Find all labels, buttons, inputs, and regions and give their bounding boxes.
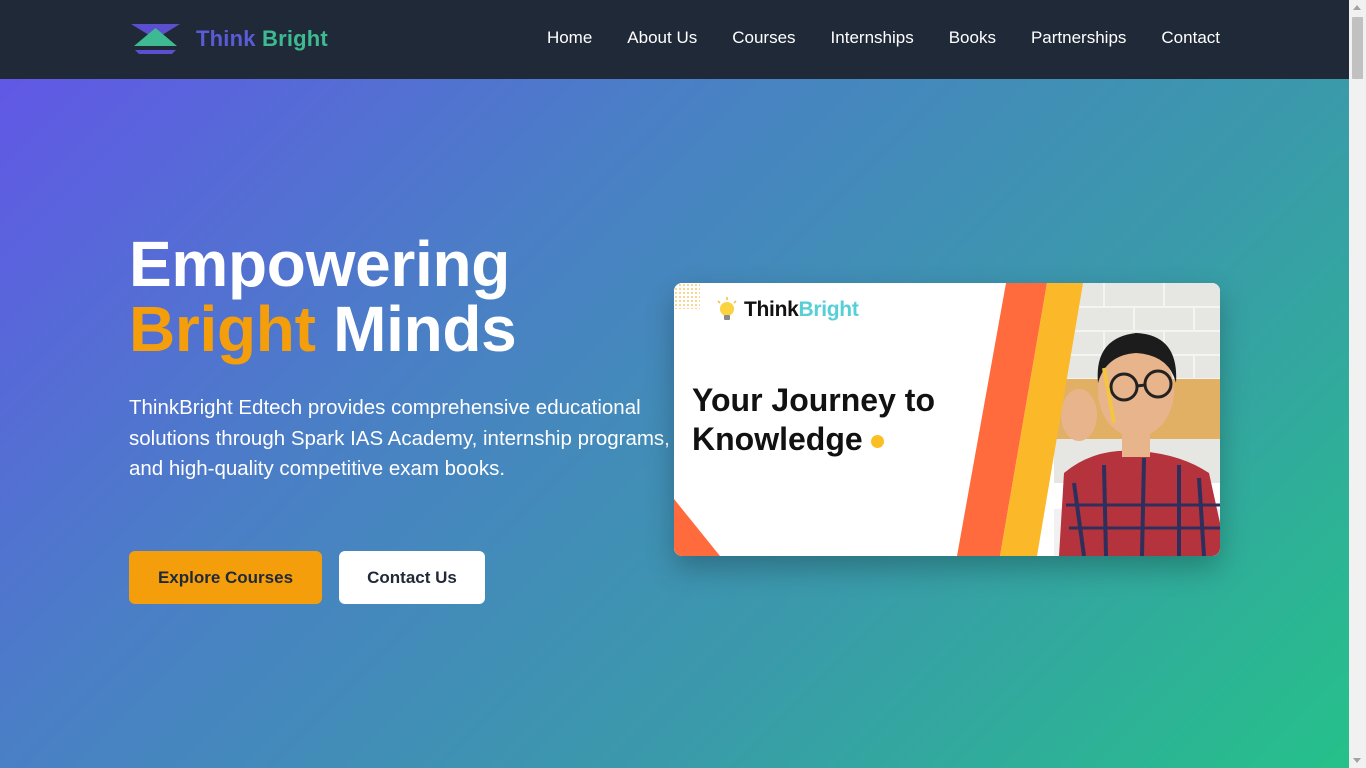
hero-title-rest: Minds (333, 293, 517, 365)
hero-description: ThinkBright Edtech provides comprehensiv… (129, 396, 670, 480)
brand-name: Think Bright (196, 26, 328, 52)
hero-section: Empowering Bright Minds ThinkBright Edtec… (0, 79, 1349, 768)
nav-link-books[interactable]: Books (949, 26, 996, 50)
banner-heading-line2: Knowledge (692, 421, 863, 457)
hero-title: Empowering Bright Minds (129, 232, 517, 365)
nav-link-home[interactable]: Home (547, 26, 592, 50)
scroll-up-arrow-icon[interactable] (1353, 5, 1361, 10)
brand-name-bright: Bright (261, 26, 328, 51)
main-nav: Home About Us Courses Internships Books … (512, 26, 1220, 50)
banner-brand-name: ThinkBright (744, 298, 859, 322)
brand-name-think: Think (196, 26, 256, 51)
contact-us-button[interactable]: Contact Us (339, 551, 485, 604)
scrollbar-thumb[interactable] (1352, 17, 1363, 79)
hero-banner-image: ThinkBright Your Journey to Knowledge (674, 283, 1220, 556)
banner-brand: ThinkBright (716, 297, 859, 323)
nav-link-courses[interactable]: Courses (732, 26, 795, 50)
banner-brand-bright: Bright (798, 298, 859, 321)
banner-brand-think: Think (744, 298, 799, 321)
page: Think Bright Home About Us Courses Inter… (0, 0, 1349, 768)
hero-title-line1: Empowering (129, 228, 511, 300)
logo-icon (131, 24, 180, 54)
vertical-scrollbar[interactable] (1349, 0, 1366, 768)
nav-link-partnerships[interactable]: Partnerships (1031, 26, 1126, 50)
lightbulb-icon (717, 297, 737, 320)
explore-courses-button[interactable]: Explore Courses (129, 551, 322, 604)
hero-title-accent: Bright (129, 293, 316, 365)
banner-heading: Your Journey to Knowledge (692, 381, 1012, 459)
scroll-down-arrow-icon[interactable] (1353, 758, 1361, 763)
nav-link-internships[interactable]: Internships (831, 26, 914, 50)
dot-icon (870, 435, 884, 449)
brand-logo-link[interactable]: Think Bright (131, 22, 328, 56)
nav-link-contact[interactable]: Contact (1161, 26, 1220, 50)
banner-heading-line1: Your Journey to (692, 382, 935, 418)
navbar: Think Bright Home About Us Courses Inter… (0, 0, 1349, 79)
nav-link-about-us[interactable]: About Us (627, 26, 697, 50)
